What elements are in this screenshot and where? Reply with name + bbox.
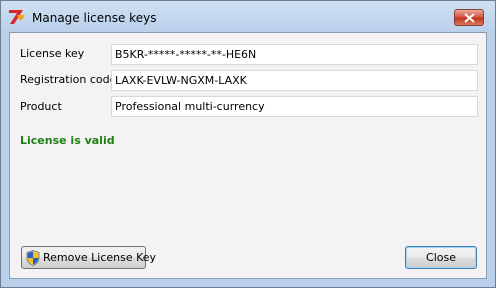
- license-key-field[interactable]: B5KR-*****-*****-**-HE6N: [111, 44, 478, 65]
- close-button[interactable]: Close: [405, 246, 477, 269]
- remove-license-key-label: Remove License Key: [43, 251, 157, 264]
- close-icon: [464, 13, 475, 23]
- registration-code-field[interactable]: LAXK-EVLW-NGXM-LAXK: [111, 70, 478, 91]
- window-title: Manage license keys: [32, 11, 157, 25]
- title-bar[interactable]: Manage license keys: [1, 1, 495, 31]
- close-button-label: Close: [426, 251, 456, 264]
- dialog-window: Manage license keys License key B5KR-***…: [0, 0, 496, 288]
- license-key-label: License key: [20, 47, 85, 60]
- window-close-button[interactable]: [454, 9, 484, 26]
- product-label: Product: [20, 100, 62, 113]
- dialog-body: License key B5KR-*****-*****-**-HE6N Reg…: [9, 32, 487, 279]
- app-logo-icon: [9, 10, 25, 24]
- product-field[interactable]: Professional multi-currency: [111, 96, 478, 117]
- remove-license-key-button[interactable]: Remove License Key: [21, 246, 156, 269]
- registration-code-label: Registration code: [20, 73, 117, 86]
- uac-shield-icon: [26, 250, 40, 266]
- license-status-text: License is valid: [20, 134, 115, 147]
